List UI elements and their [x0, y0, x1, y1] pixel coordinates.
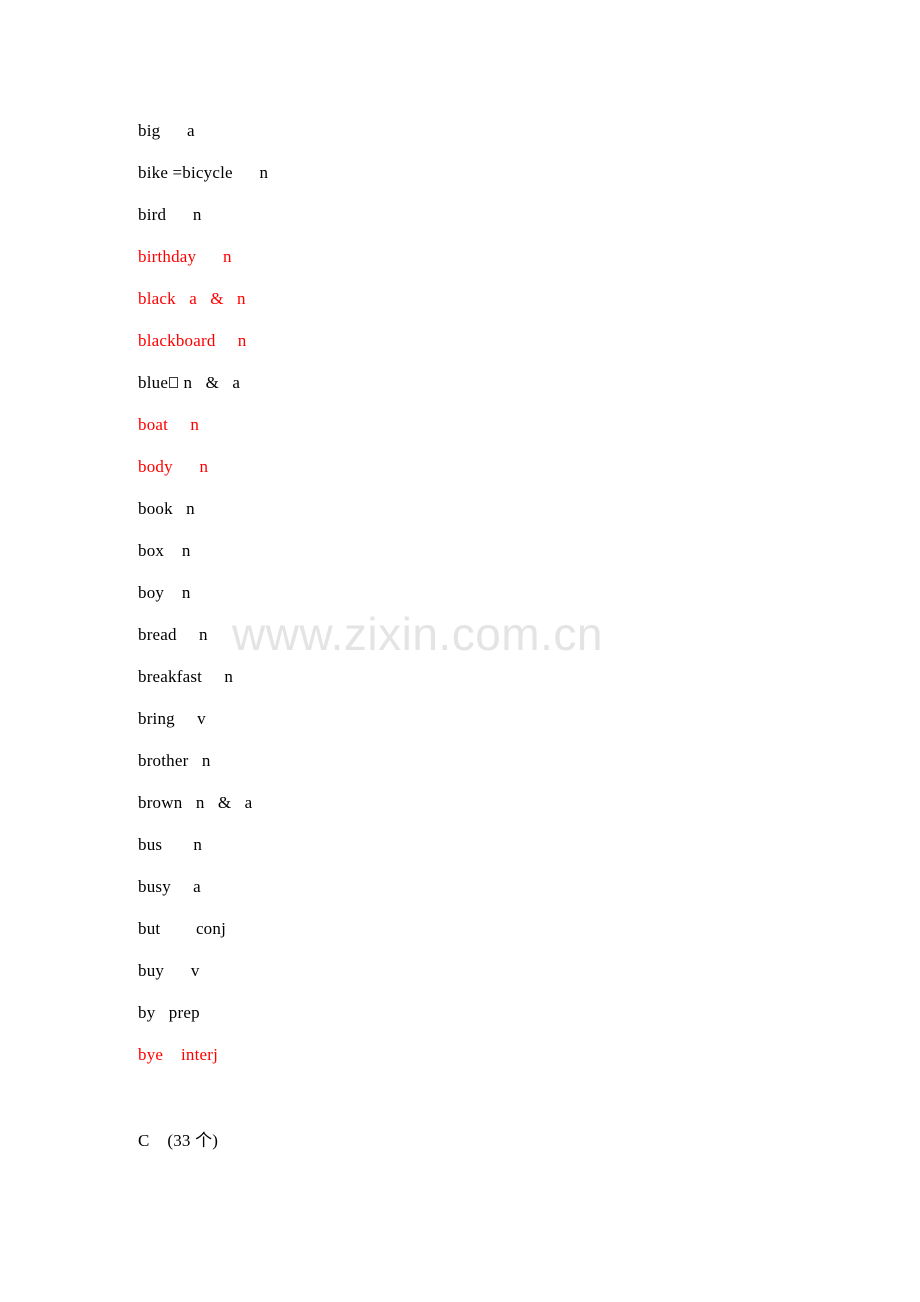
vocabulary-entry: boat n: [138, 416, 838, 458]
vocabulary-entry: body n: [138, 458, 838, 500]
entry-part-of-speech: n: [181, 541, 191, 560]
entry-part-of-speech: n: [237, 331, 247, 350]
entry-word: bus: [138, 835, 163, 854]
entry-word: buy: [138, 961, 165, 980]
entry-word: body: [138, 457, 173, 476]
entry-part-of-speech: conj: [195, 919, 227, 938]
vocabulary-entry: but conj: [138, 920, 838, 962]
entry-spacer: [196, 247, 223, 266]
entry-word: book: [138, 499, 173, 518]
entry-spacer: [164, 961, 191, 980]
entry-word: bread: [138, 625, 177, 644]
vocabulary-entry: breakfast n: [138, 668, 838, 710]
entry-part-of-speech: n: [199, 625, 208, 644]
entry-spacer: [173, 457, 200, 476]
vocabulary-entry: brother n: [138, 752, 838, 794]
entry-part-of-speech: n: [222, 247, 232, 266]
vocabulary-entry: blackboard n: [138, 332, 838, 374]
entry-part-of-speech: n: [181, 583, 191, 602]
entry-spacer: [173, 499, 186, 518]
vocabulary-entry: book n: [138, 500, 838, 542]
vocabulary-entry: buy v: [138, 962, 838, 1004]
vocabulary-entry: box n: [138, 542, 838, 584]
missing-glyph-icon: [169, 377, 179, 388]
vocabulary-entry: busy a: [138, 878, 838, 920]
entry-word: bring: [138, 709, 175, 728]
entry-part-of-speech: prep: [168, 1003, 200, 1022]
section-heading-c: C (33 个): [138, 1132, 838, 1174]
entry-word: brown: [138, 793, 183, 812]
entry-part-of-speech: n: [259, 163, 269, 182]
vocabulary-entry: bye interj: [138, 1046, 838, 1088]
entry-spacer: [233, 163, 260, 182]
vocabulary-entry: black a & n: [138, 290, 838, 332]
entry-spacer: [164, 583, 182, 602]
section-count-label: (33 个): [167, 1131, 219, 1150]
vocabulary-entry: bird n: [138, 206, 838, 248]
entry-spacer: [176, 289, 189, 308]
entry-word: blue: [138, 373, 169, 392]
entry-spacer: [182, 793, 195, 812]
entry-word: boat: [138, 415, 169, 434]
vocabulary-entry: bring v: [138, 710, 838, 752]
entry-word: black: [138, 289, 176, 308]
entry-word: big: [138, 121, 161, 140]
entry-spacer: [168, 415, 190, 434]
entry-spacer: [177, 625, 199, 644]
entry-spacer: [163, 1045, 181, 1064]
entry-word: but: [138, 919, 161, 938]
section-letter: C: [138, 1131, 150, 1150]
entry-word: birthday: [138, 247, 197, 266]
vocabulary-entry: bus n: [138, 836, 838, 878]
entry-spacer: [175, 709, 197, 728]
entry-part-of-speech: n: [192, 205, 202, 224]
entry-part-of-speech: n: [190, 415, 200, 434]
entry-part-of-speech: n: [201, 751, 211, 770]
entry-word: bye: [138, 1045, 164, 1064]
entry-part-of-speech: interj: [180, 1045, 219, 1064]
entry-spacer: [160, 919, 196, 938]
entry-spacer: [162, 835, 193, 854]
entry-part-of-speech: v: [197, 709, 206, 728]
entry-spacer: [160, 121, 187, 140]
entry-part-of-speech: n: [199, 457, 209, 476]
vocabulary-entry: bike =bicycle n: [138, 164, 838, 206]
entry-part-of-speech: v: [190, 961, 200, 980]
vocabulary-entry: blue n & a: [138, 374, 838, 416]
entry-part-of-speech: a & n: [189, 289, 246, 308]
document-page: www.zixin.com.cn big a bike =bicycle n bir…: [0, 0, 920, 1302]
entry-word: brother: [138, 751, 189, 770]
entry-spacer: [155, 1003, 168, 1022]
entry-part-of-speech: n: [224, 667, 234, 686]
entry-spacer: [171, 877, 193, 896]
vocabulary-entry: brown n & a: [138, 794, 838, 836]
entry-word: bird: [138, 205, 167, 224]
vocabulary-entry: big a: [138, 122, 838, 164]
entry-word: boy: [138, 583, 165, 602]
entry-spacer: [164, 541, 182, 560]
entry-part-of-speech: n: [186, 499, 195, 518]
vocabulary-entry: by prep: [138, 1004, 838, 1046]
entry-word: box: [138, 541, 165, 560]
entry-word: busy: [138, 877, 171, 896]
vocabulary-list: big a bike =bicycle n bird n birthday n blac…: [138, 122, 838, 1174]
entry-part-of-speech: n: [193, 835, 203, 854]
vocabulary-entry: boy n: [138, 584, 838, 626]
entry-word: bike =bicycle: [138, 163, 233, 182]
entry-part-of-speech: n & a: [183, 373, 241, 392]
entry-part-of-speech: n & a: [195, 793, 253, 812]
entry-part-of-speech: a: [193, 877, 201, 896]
entry-spacer: [166, 205, 193, 224]
entry-part-of-speech: a: [187, 121, 195, 140]
entry-spacer: [202, 667, 224, 686]
entry-spacer: [216, 331, 238, 350]
vocabulary-entry: birthday n: [138, 248, 838, 290]
entry-word: breakfast: [138, 667, 203, 686]
entry-word: blackboard: [138, 331, 216, 350]
section-heading-spacer: [150, 1131, 168, 1150]
vocabulary-entry: bread n: [138, 626, 838, 668]
entry-spacer: [189, 751, 202, 770]
entry-word: by: [138, 1003, 156, 1022]
